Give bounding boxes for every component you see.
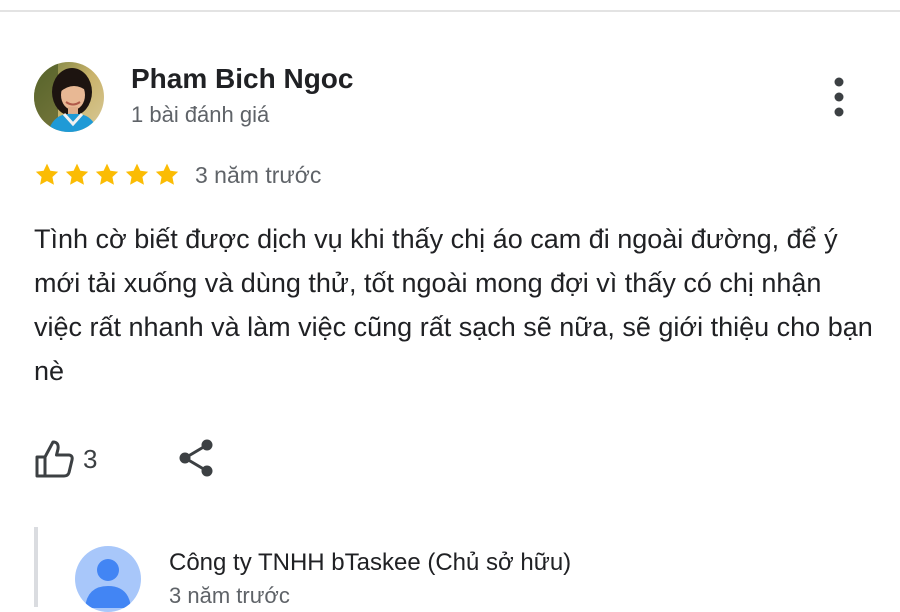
star-icon bbox=[155, 163, 179, 185]
share-icon bbox=[179, 439, 213, 477]
person-icon bbox=[85, 559, 131, 608]
star-icon bbox=[65, 163, 89, 185]
top-divider bbox=[0, 0, 900, 12]
reviewer-name[interactable]: Pham Bich Ngoc bbox=[131, 63, 353, 95]
rating-row: 3 năm trước bbox=[34, 158, 321, 192]
star-icon bbox=[125, 163, 149, 185]
star-rating bbox=[34, 162, 180, 188]
reviewer-avatar[interactable] bbox=[34, 62, 104, 132]
reviewer-review-count: 1 bài đánh giá bbox=[131, 102, 270, 127]
like-button[interactable]: 3 bbox=[34, 436, 97, 482]
star-icon bbox=[35, 163, 59, 185]
thumbs-up-icon bbox=[35, 440, 74, 478]
owner-reply-name: Công ty TNHH bTaskee (Chủ sở hữu) bbox=[169, 549, 572, 576]
owner-avatar bbox=[75, 546, 141, 612]
review-timestamp: 3 năm trước bbox=[195, 161, 322, 188]
reviewer-photo bbox=[34, 62, 104, 132]
more-options-button[interactable] bbox=[826, 76, 852, 118]
like-count: 3 bbox=[83, 443, 98, 474]
star-icon bbox=[95, 163, 119, 185]
review-body: Tình cờ biết được dịch vụ khi thấy chị á… bbox=[34, 224, 873, 386]
reply-indent-bar bbox=[34, 527, 38, 607]
owner-reply-timestamp: 3 năm trước bbox=[169, 583, 290, 608]
more-vertical-icon bbox=[834, 77, 844, 117]
share-button[interactable] bbox=[176, 437, 218, 479]
